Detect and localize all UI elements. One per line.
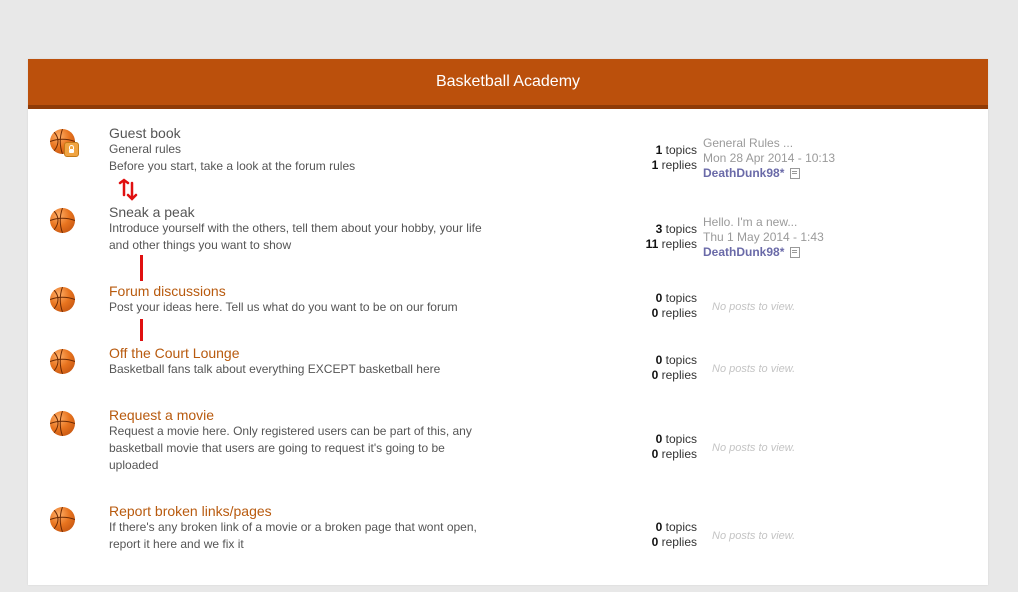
forum-title[interactable]: Request a movie [109, 407, 214, 423]
replies-label: replies [661, 368, 697, 382]
no-posts-text: No posts to view. [712, 530, 796, 542]
last-post-user[interactable]: DeathDunk98* [703, 166, 784, 180]
last-post-title[interactable]: General Rules ... [703, 136, 835, 151]
topics-label: topics [665, 353, 697, 367]
document-icon[interactable] [790, 168, 801, 179]
replies-count: 0 [651, 306, 659, 320]
no-posts-text: No posts to view. [712, 301, 796, 313]
topics-count: 0 [655, 432, 663, 446]
forum-stats: 3 topics 11 replies [646, 222, 697, 252]
forum-stats: 0 topics 0 replies [652, 291, 697, 321]
last-post-date: Mon 28 Apr 2014 - 10:13 [703, 151, 836, 165]
replies-label: replies [661, 237, 697, 251]
replies-count: 11 [645, 237, 659, 251]
last-post-user[interactable]: DeathDunk98* [703, 245, 784, 259]
replies-label: replies [661, 535, 697, 549]
basketball-icon [50, 208, 75, 233]
forum-title[interactable]: Guest book [109, 125, 181, 141]
forum-description: If there's any broken link of a movie or… [109, 520, 477, 551]
topics-label: topics [665, 520, 697, 534]
forum-description: Basketball fans talk about everything EX… [109, 362, 441, 376]
last-post: Hello. I'm a new... Thu 1 May 2014 - 1:4… [703, 215, 824, 260]
forum-panel: Basketball Academy Guest book General ru… [28, 59, 988, 585]
replies-count: 0 [651, 535, 659, 549]
forum-description: Before you start, take a look at the for… [109, 159, 356, 173]
swap-arrows-annotation [118, 178, 138, 201]
replies-label: replies [661, 306, 697, 320]
replies-count: 1 [651, 158, 659, 172]
last-post: General Rules ... Mon 28 Apr 2014 - 10:1… [703, 136, 835, 181]
forum-description: Request a movie here. Only registered us… [109, 424, 472, 472]
category-header: Basketball Academy [28, 59, 988, 109]
replies-count: 0 [651, 447, 659, 461]
document-icon[interactable] [790, 247, 801, 258]
last-post-date: Thu 1 May 2014 - 1:43 [703, 230, 824, 244]
basketball-icon [50, 507, 75, 532]
forum-stats: 1 topics 1 replies [652, 143, 697, 173]
forum-description: Post your ideas here. Tell us what do yo… [109, 300, 458, 314]
last-post-title[interactable]: Hello. I'm a new... [703, 215, 824, 230]
forum-stats: 0 topics 0 replies [652, 520, 697, 550]
topics-label: topics [665, 143, 697, 157]
no-posts-text: No posts to view. [712, 363, 796, 375]
basketball-icon [50, 349, 75, 374]
basketball-icon [50, 411, 75, 436]
topics-count: 0 [655, 353, 663, 367]
topics-label: topics [665, 222, 697, 236]
forum-title[interactable]: Sneak a peak [109, 204, 195, 220]
category-title[interactable]: Basketball Academy [436, 73, 580, 91]
replies-label: replies [661, 158, 697, 172]
topics-count: 0 [655, 520, 663, 534]
no-posts-text: No posts to view. [712, 442, 796, 454]
basketball-icon [50, 287, 75, 312]
topics-label: topics [665, 291, 697, 305]
forum-subtitle: General rules [109, 142, 182, 156]
topics-count: 3 [655, 222, 663, 236]
topics-label: topics [665, 432, 697, 446]
forum-title[interactable]: Report broken links/pages [109, 503, 272, 519]
annotation-line [140, 255, 143, 281]
lock-icon [64, 142, 79, 157]
topics-count: 1 [655, 143, 663, 157]
replies-label: replies [661, 447, 697, 461]
forum-title[interactable]: Off the Court Lounge [109, 345, 240, 361]
replies-count: 0 [651, 368, 659, 382]
forum-description: Introduce yourself with the others, tell… [109, 221, 482, 252]
topics-count: 0 [655, 291, 663, 305]
annotation-line [140, 319, 143, 341]
forum-title[interactable]: Forum discussions [109, 283, 226, 299]
forum-stats: 0 topics 0 replies [652, 432, 697, 462]
forum-stats: 0 topics 0 replies [652, 353, 697, 383]
